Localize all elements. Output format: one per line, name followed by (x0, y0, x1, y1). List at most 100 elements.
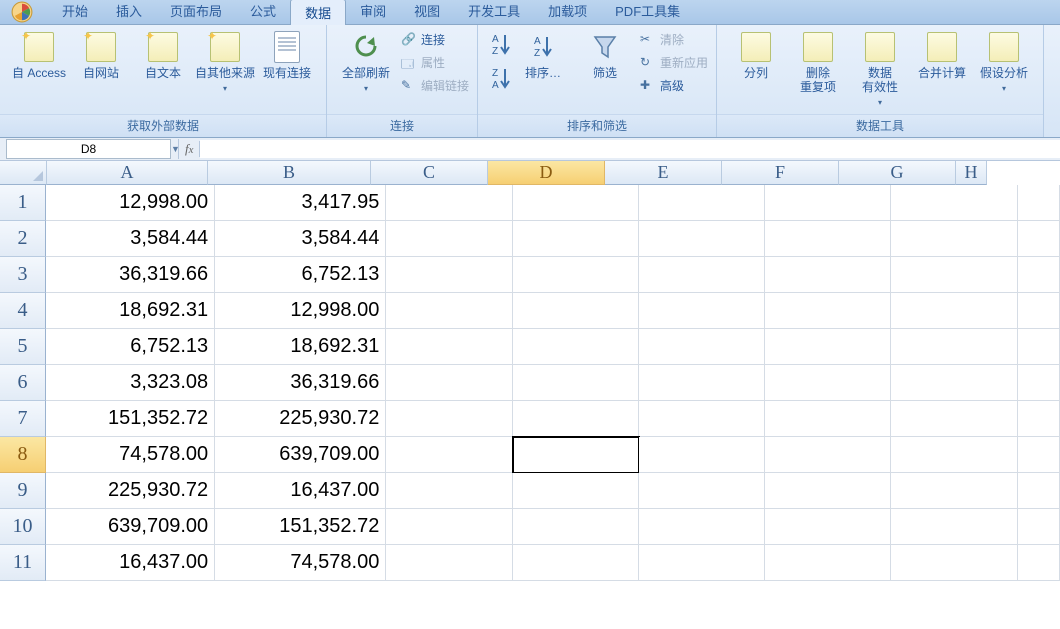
col-header-A[interactable]: A (47, 161, 208, 185)
cell-A9[interactable]: 225,930.72 (46, 473, 215, 509)
tab-加载项[interactable]: 加载项 (534, 0, 601, 24)
cell-F10[interactable] (765, 509, 891, 545)
cell-D2[interactable] (513, 221, 639, 257)
cell-A1[interactable]: 12,998.00 (46, 185, 215, 221)
cell-C8[interactable] (386, 437, 512, 473)
cell-H1[interactable] (1018, 185, 1060, 221)
cell-B8[interactable]: 639,709.00 (215, 437, 386, 473)
cell-B6[interactable]: 36,319.66 (215, 365, 386, 401)
cell-A5[interactable]: 6,752.13 (46, 329, 215, 365)
cell-D9[interactable] (513, 473, 639, 509)
office-button[interactable] (0, 0, 44, 24)
row-header-7[interactable]: 7 (0, 401, 46, 437)
cell-C7[interactable] (386, 401, 512, 437)
col-header-D[interactable]: D (488, 161, 605, 185)
cell-F2[interactable] (765, 221, 891, 257)
cell-A4[interactable]: 18,692.31 (46, 293, 215, 329)
tab-开发工具[interactable]: 开发工具 (454, 0, 534, 24)
cell-B9[interactable]: 16,437.00 (215, 473, 386, 509)
cell-H4[interactable] (1018, 293, 1060, 329)
cell-E9[interactable] (639, 473, 765, 509)
ribbon-mini-高级[interactable]: ✚高级 (640, 77, 708, 94)
ribbon-btn-排序…[interactable]: AZ排序… (512, 29, 574, 80)
cell-A3[interactable]: 36,319.66 (46, 257, 215, 293)
cell-D1[interactable] (513, 185, 639, 221)
cell-H11[interactable] (1018, 545, 1060, 581)
ribbon-btn-合并计算[interactable]: 合并计算 (911, 29, 973, 80)
cell-B2[interactable]: 3,584.44 (215, 221, 386, 257)
cell-F9[interactable] (765, 473, 891, 509)
cell-C9[interactable] (386, 473, 512, 509)
ribbon-btn-分列[interactable]: 分列 (725, 29, 787, 80)
cell-C10[interactable] (386, 509, 512, 545)
cell-D7[interactable] (513, 401, 639, 437)
tab-页面布局[interactable]: 页面布局 (156, 0, 236, 24)
ribbon-btn-自网站[interactable]: ✦自网站 (70, 29, 132, 80)
row-header-5[interactable]: 5 (0, 329, 46, 365)
cell-G3[interactable] (891, 257, 1017, 293)
tab-数据[interactable]: 数据 (290, 0, 346, 25)
cell-D10[interactable] (513, 509, 639, 545)
ribbon-btn-自文本[interactable]: ✦自文本 (132, 29, 194, 80)
cell-F7[interactable] (765, 401, 891, 437)
cell-B11[interactable]: 74,578.00 (215, 545, 386, 581)
tab-插入[interactable]: 插入 (102, 0, 156, 24)
col-header-C[interactable]: C (371, 161, 488, 185)
cell-B3[interactable]: 6,752.13 (215, 257, 386, 293)
cell-G11[interactable] (891, 545, 1017, 581)
ribbon-btn-现有连接[interactable]: 现有连接 (256, 29, 318, 80)
cell-F5[interactable] (765, 329, 891, 365)
cell-D8[interactable] (513, 437, 639, 473)
row-header-1[interactable]: 1 (0, 185, 46, 221)
cell-A6[interactable]: 3,323.08 (46, 365, 215, 401)
cell-A10[interactable]: 639,709.00 (46, 509, 215, 545)
cell-E11[interactable] (639, 545, 765, 581)
sort-asc-button[interactable]: AZ (490, 31, 512, 59)
cell-G10[interactable] (891, 509, 1017, 545)
cell-B10[interactable]: 151,352.72 (215, 509, 386, 545)
cell-A7[interactable]: 151,352.72 (46, 401, 215, 437)
cell-G2[interactable] (891, 221, 1017, 257)
cell-E10[interactable] (639, 509, 765, 545)
ribbon-btn-数据有效性[interactable]: 数据有效性▾ (849, 29, 911, 110)
ribbon-btn-自Access[interactable]: ✦自 Access (8, 29, 70, 80)
cell-F6[interactable] (765, 365, 891, 401)
formula-input[interactable] (200, 140, 1060, 158)
cell-F1[interactable] (765, 185, 891, 221)
col-header-E[interactable]: E (605, 161, 722, 185)
tab-开始[interactable]: 开始 (48, 0, 102, 24)
row-header-6[interactable]: 6 (0, 365, 46, 401)
col-header-G[interactable]: G (839, 161, 956, 185)
row-header-2[interactable]: 2 (0, 221, 46, 257)
tab-公式[interactable]: 公式 (236, 0, 290, 24)
cell-C2[interactable] (386, 221, 512, 257)
cell-G9[interactable] (891, 473, 1017, 509)
cell-E2[interactable] (639, 221, 765, 257)
cell-D6[interactable] (513, 365, 639, 401)
cell-G5[interactable] (891, 329, 1017, 365)
cell-C4[interactable] (386, 293, 512, 329)
cell-G1[interactable] (891, 185, 1017, 221)
cell-C11[interactable] (386, 545, 512, 581)
cell-B1[interactable]: 3,417.95 (215, 185, 386, 221)
row-header-4[interactable]: 4 (0, 293, 46, 329)
cell-E7[interactable] (639, 401, 765, 437)
col-header-B[interactable]: B (208, 161, 371, 185)
cell-B5[interactable]: 18,692.31 (215, 329, 386, 365)
cell-E5[interactable] (639, 329, 765, 365)
tab-PDF工具集[interactable]: PDF工具集 (601, 0, 694, 24)
cell-F3[interactable] (765, 257, 891, 293)
cell-H8[interactable] (1018, 437, 1060, 473)
cell-F11[interactable] (765, 545, 891, 581)
cell-H6[interactable] (1018, 365, 1060, 401)
tab-视图[interactable]: 视图 (400, 0, 454, 24)
cell-C1[interactable] (386, 185, 512, 221)
cell-E3[interactable] (639, 257, 765, 293)
cell-G6[interactable] (891, 365, 1017, 401)
cell-H3[interactable] (1018, 257, 1060, 293)
cell-G4[interactable] (891, 293, 1017, 329)
row-header-11[interactable]: 11 (0, 545, 46, 581)
cell-C5[interactable] (386, 329, 512, 365)
cell-E1[interactable] (639, 185, 765, 221)
cell-F8[interactable] (765, 437, 891, 473)
